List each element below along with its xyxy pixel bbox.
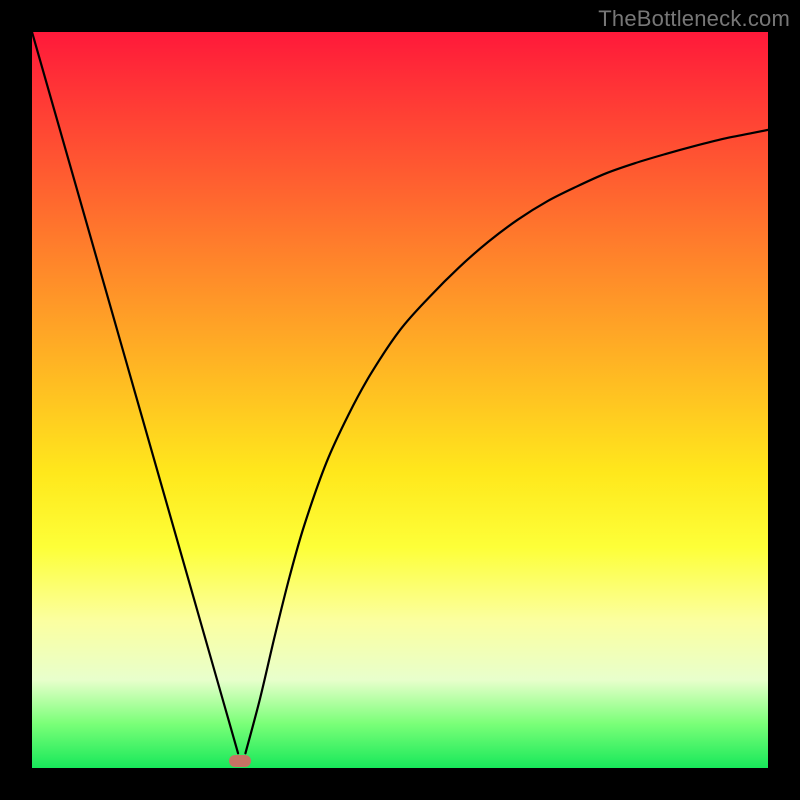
curve-left-branch [32, 32, 238, 753]
minimum-marker [229, 755, 251, 767]
curve-right-branch [245, 130, 768, 753]
chart-frame: TheBottleneck.com [0, 0, 800, 800]
watermark-text: TheBottleneck.com [598, 6, 790, 32]
plot-area [32, 32, 768, 768]
curve-svg [32, 32, 768, 768]
